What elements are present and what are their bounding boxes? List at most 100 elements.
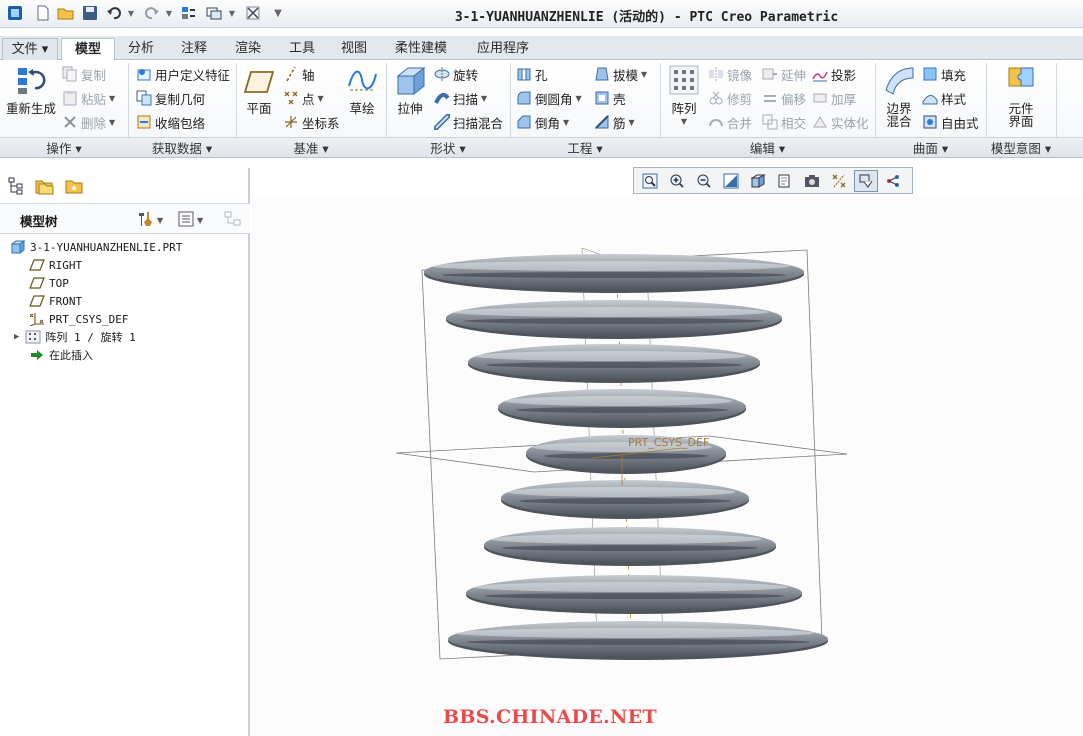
redo-icon[interactable] xyxy=(143,4,161,22)
close-window-icon[interactable] xyxy=(244,4,262,22)
intersect-button[interactable]: 相交 xyxy=(762,112,806,132)
offset-button[interactable]: 偏移 xyxy=(762,88,806,108)
udf-button[interactable]: 用户定义特征 xyxy=(136,64,230,84)
style-button[interactable]: 样式 xyxy=(922,88,966,108)
coil-ring[interactable] xyxy=(501,480,749,519)
delete-button[interactable]: 删除 ▼ xyxy=(62,112,115,132)
freestyle-button[interactable]: 自由式 xyxy=(922,112,979,132)
coil-ring[interactable] xyxy=(446,300,782,339)
axis-button[interactable]: 轴 xyxy=(283,64,315,84)
tree-item-right[interactable]: RIGHT xyxy=(29,256,82,274)
window-switch-icon[interactable] xyxy=(205,4,223,22)
swept-blend-button[interactable]: 扫描混合 xyxy=(433,112,503,132)
group-label-model-intent[interactable]: 模型意图 ▾ xyxy=(986,140,1056,157)
save-icon[interactable] xyxy=(81,4,99,22)
redo-dropdown-icon[interactable]: ▼ xyxy=(164,4,174,22)
repaint-icon[interactable] xyxy=(719,170,743,192)
tab-applications[interactable]: 应用程序 xyxy=(464,38,542,60)
group-label-get-data[interactable]: 获取数据 ▾ xyxy=(128,140,236,157)
favorites-tab-icon[interactable] xyxy=(60,172,88,200)
undo-icon[interactable] xyxy=(105,4,123,22)
mirror-button[interactable]: 镜像 xyxy=(708,64,752,84)
zoom-out-icon[interactable] xyxy=(692,170,716,192)
saved-orientations-icon[interactable] xyxy=(746,170,770,192)
tree-item-insert-here[interactable]: 在此插入 xyxy=(29,346,93,364)
sketch-button[interactable]: 草绘 xyxy=(344,64,380,115)
tab-view[interactable]: 视图 xyxy=(330,38,378,60)
copy-geometry-button[interactable]: 复制几何 xyxy=(136,88,205,108)
shrinkwrap-button[interactable]: 收缩包络 xyxy=(136,112,205,132)
round-dropdown-icon[interactable]: ▼ xyxy=(576,94,582,103)
tree-item-front[interactable]: FRONT xyxy=(29,292,82,310)
expand-arrow-icon[interactable]: ▶ xyxy=(14,332,19,342)
coil-ring[interactable] xyxy=(424,254,804,293)
display-style-icon[interactable] xyxy=(800,170,824,192)
graphics-area[interactable]: PRT_CSYS_DEF xyxy=(252,196,1083,736)
group-label-engineering[interactable]: 工程 ▾ xyxy=(510,140,660,157)
tree-columns-icon[interactable] xyxy=(224,210,242,231)
coil-ring[interactable] xyxy=(484,527,776,566)
csys-button[interactable]: 坐标系 xyxy=(283,112,340,132)
regenerate-icon[interactable] xyxy=(180,4,198,22)
tab-analysis[interactable]: 分析 xyxy=(117,38,165,60)
zoom-in-icon[interactable] xyxy=(665,170,689,192)
point-dropdown-icon[interactable]: ▼ xyxy=(318,94,324,103)
regenerate-button[interactable]: 重新生成 xyxy=(4,64,58,115)
sweep-dropdown-icon[interactable]: ▼ xyxy=(481,94,487,103)
undo-dropdown-icon[interactable]: ▼ xyxy=(126,4,136,22)
group-label-shapes[interactable]: 形状 ▾ xyxy=(386,140,510,157)
fill-button[interactable]: 填充 xyxy=(922,64,966,84)
folder-browser-tab-icon[interactable] xyxy=(30,172,58,200)
copy-button[interactable]: 复制 xyxy=(62,64,106,84)
view-manager-icon[interactable] xyxy=(773,170,797,192)
open-icon[interactable] xyxy=(57,4,75,22)
datum-display-icon[interactable] xyxy=(827,170,851,192)
shell-button[interactable]: 壳 xyxy=(594,88,626,108)
coil-ring[interactable] xyxy=(448,621,828,660)
draft-button[interactable]: 拔模 ▼ xyxy=(594,64,647,84)
paste-dropdown-icon[interactable]: ▼ xyxy=(109,94,115,103)
hole-button[interactable]: 孔 xyxy=(516,64,548,84)
point-button[interactable]: 点 ▼ xyxy=(283,88,324,108)
coil-ring[interactable] xyxy=(468,344,760,383)
boundary-blend-button[interactable]: 边界 混合 xyxy=(881,64,917,128)
group-label-surfaces[interactable]: 曲面 ▾ xyxy=(875,140,986,157)
coil-ring[interactable] xyxy=(466,575,802,614)
delete-dropdown-icon[interactable]: ▼ xyxy=(109,118,115,127)
tree-settings-dropdown-icon[interactable]: ▼ xyxy=(157,216,163,225)
tree-show-button[interactable]: ▼ xyxy=(178,210,203,231)
window-dropdown-icon[interactable]: ▼ xyxy=(227,4,237,22)
project-button[interactable]: 投影 xyxy=(812,64,856,84)
revolve-button[interactable]: 旋转 xyxy=(434,64,478,84)
plane-button[interactable]: 平面 xyxy=(242,64,276,115)
extrude-button[interactable]: 拉伸 xyxy=(393,64,427,115)
tab-flexible-modeling[interactable]: 柔性建模 xyxy=(382,38,460,60)
pattern-button[interactable]: 阵列 ▼ xyxy=(666,64,702,128)
model-tree-tab-icon[interactable] xyxy=(2,172,30,200)
chamfer-button[interactable]: 倒角 ▼ xyxy=(516,112,569,132)
round-button[interactable]: 倒圆角 ▼ xyxy=(516,88,582,108)
tree-item-top[interactable]: TOP xyxy=(29,274,69,292)
solidify-button[interactable]: 实体化 xyxy=(812,112,869,132)
annotation-display-icon[interactable] xyxy=(854,169,878,192)
thicken-button[interactable]: 加厚 xyxy=(812,88,856,108)
tab-render[interactable]: 渲染 xyxy=(222,38,274,60)
chamfer-dropdown-icon[interactable]: ▼ xyxy=(563,118,569,127)
tab-file[interactable]: 文件 ▾ xyxy=(2,38,58,60)
draft-dropdown-icon[interactable]: ▼ xyxy=(641,70,647,79)
tab-tools[interactable]: 工具 xyxy=(276,38,328,60)
component-interface-button[interactable]: 元件 界面 xyxy=(999,64,1043,128)
new-icon[interactable] xyxy=(34,4,52,22)
merge-button[interactable]: 合并 xyxy=(708,112,752,132)
rib-dropdown-icon[interactable]: ▼ xyxy=(629,118,635,127)
tab-model[interactable]: 模型 xyxy=(61,38,115,61)
group-label-editing[interactable]: 编辑 ▾ xyxy=(660,140,875,157)
sweep-button[interactable]: 扫描 ▼ xyxy=(434,88,487,108)
group-label-operations[interactable]: 操作 ▾ xyxy=(0,140,128,157)
refit-icon[interactable] xyxy=(638,170,662,192)
group-label-datum[interactable]: 基准 ▾ xyxy=(236,140,386,157)
spin-center-icon[interactable] xyxy=(881,170,905,192)
tree-item-pattern[interactable]: ▶ 阵列 1 / 旋转 1 xyxy=(14,328,136,346)
model-3d-view[interactable]: PRT_CSYS_DEF xyxy=(252,196,1083,736)
pattern-dropdown-icon[interactable]: ▼ xyxy=(681,115,687,128)
